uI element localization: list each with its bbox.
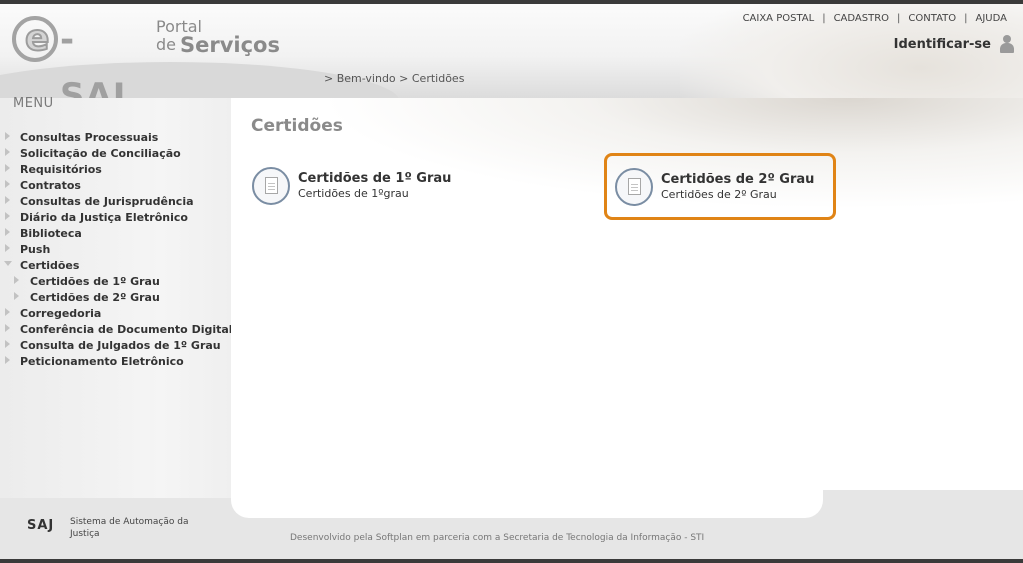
menu-arrow-icon — [5, 308, 10, 316]
document-icon — [615, 167, 653, 206]
sidebar-item-jurisprudencia[interactable]: Consultas de Jurisprudência — [0, 194, 231, 210]
user-icon — [999, 35, 1015, 53]
breadcrumb: > Bem-vindo > Certidões — [324, 72, 465, 85]
sidebar-item-label: Diário da Justiça Eletrônico — [20, 211, 188, 224]
sidebar-item-contratos[interactable]: Contratos — [0, 178, 231, 194]
menu-arrow-down-icon — [4, 261, 12, 266]
cadastro-link[interactable]: CADASTRO — [826, 13, 897, 24]
sidebar-item-label: Solicitação de Conciliação — [20, 147, 181, 160]
sidebar-item-label: Conferência de Documento Digital — [20, 323, 233, 336]
page-title: Certidões — [251, 116, 343, 136]
sidebar-item-requisitorios[interactable]: Requisitórios — [0, 162, 231, 178]
sidebar-item-label: Certidões de 2º Grau — [30, 291, 160, 304]
sidebar-item-label: Biblioteca — [20, 227, 82, 240]
sidebar-item-label: Push — [20, 243, 51, 256]
menu-arrow-icon — [5, 148, 10, 156]
contato-link[interactable]: CONTATO — [900, 13, 964, 24]
caixa-postal-link[interactable]: CAIXA POSTAL — [735, 13, 823, 24]
logo-saj-text: -SAJ — [60, 20, 127, 98]
sidebar-item-label: Contratos — [20, 179, 81, 192]
menu-arrow-icon — [5, 324, 10, 332]
sidebar-item-label: Consulta de Julgados de 1º Grau — [20, 339, 221, 352]
sidebar-item-solicitacao-conciliacao[interactable]: Solicitação de Conciliação — [0, 146, 231, 162]
menu-arrow-icon — [5, 244, 10, 252]
sidebar-item-corregedoria[interactable]: Corregedoria — [0, 306, 231, 322]
card-title: Certidões de 1º Grau — [298, 171, 452, 186]
card-subtitle: Certidões de 1ºgrau — [298, 187, 409, 200]
sidebar-item-push[interactable]: Push — [0, 242, 231, 258]
sidebar-item-label: Peticionamento Eletrônico — [20, 355, 184, 368]
menu-arrow-icon — [5, 164, 10, 172]
sidebar-item-label: Requisitórios — [20, 163, 102, 176]
menu-arrow-icon — [5, 180, 10, 188]
identify-label: Identificar-se — [893, 36, 991, 52]
sidebar-item-label: Consultas Processuais — [20, 131, 159, 144]
sidebar-item-biblioteca[interactable]: Biblioteca — [0, 226, 231, 242]
card-title: Certidões de 2º Grau — [661, 171, 815, 187]
identify-button[interactable]: Identificar-se — [894, 34, 1015, 54]
document-icon — [252, 167, 290, 205]
menu-arrow-icon — [14, 292, 19, 300]
sidebar-item-certidoes[interactable]: Certidões — [0, 258, 231, 274]
footer-saj-logo: SAJ — [27, 518, 55, 533]
menu-arrow-icon — [5, 356, 10, 364]
sidebar-item-consultas-processuais[interactable]: Consultas Processuais — [0, 130, 231, 146]
certidoes-2-grau-card[interactable]: Certidões de 2º Grau Certidões de 2º Gra… — [604, 153, 836, 220]
sidebar-item-label: Consultas de Jurisprudência — [20, 195, 194, 208]
menu-arrow-icon — [5, 228, 10, 236]
sidebar-subitem-certidoes-1-grau[interactable]: Certidões de 1º Grau — [0, 274, 231, 290]
menu-arrow-icon — [5, 132, 10, 140]
ajuda-link[interactable]: AJUDA — [968, 13, 1015, 24]
sidebar-item-label: Certidões de 1º Grau — [30, 275, 160, 288]
card-subtitle: Certidões de 2º Grau — [661, 187, 777, 201]
sidebar-item-diario-justica[interactable]: Diário da Justiça Eletrônico — [0, 210, 231, 226]
sidebar-item-label: Certidões — [20, 259, 80, 272]
sidebar-menu: Consultas Processuais Solicitação de Con… — [0, 130, 233, 370]
sidebar-subitem-certidoes-2-grau[interactable]: Certidões de 2º Grau — [0, 290, 231, 306]
sidebar-item-label: Corregedoria — [20, 307, 102, 320]
menu-arrow-icon — [5, 196, 10, 204]
sidebar-item-consulta-julgados[interactable]: Consulta de Julgados de 1º Grau — [0, 338, 231, 354]
sidebar-item-peticionamento[interactable]: Peticionamento Eletrônico — [0, 354, 231, 370]
sidebar-item-conferencia-documento[interactable]: Conferência de Documento Digital — [0, 322, 233, 338]
menu-arrow-icon — [14, 276, 19, 284]
top-links-bar: CAIXA POSTAL | CADASTRO | CONTATO | AJUD… — [735, 8, 1015, 28]
certidoes-1-grau-card[interactable]: Certidões de 1º Grau Certidões de 1ºgrau — [244, 161, 461, 211]
menu-arrow-icon — [5, 340, 10, 348]
menu-title: MENU — [13, 96, 54, 111]
footer-system-name: Sistema de Automação da Justiça — [70, 517, 189, 539]
header: e -SAJ Portal de Serviços CAIXA POSTAL |… — [0, 4, 1023, 98]
bottom-dark-line — [0, 559, 1023, 563]
logo-de-text: de — [156, 35, 176, 54]
logo-servicos-text: Serviços — [180, 33, 280, 57]
menu-arrow-icon — [5, 212, 10, 220]
footer-developed-by: Desenvolvido pela Softplan em parceria c… — [290, 533, 705, 543]
logo-e-letter: e — [24, 17, 50, 60]
